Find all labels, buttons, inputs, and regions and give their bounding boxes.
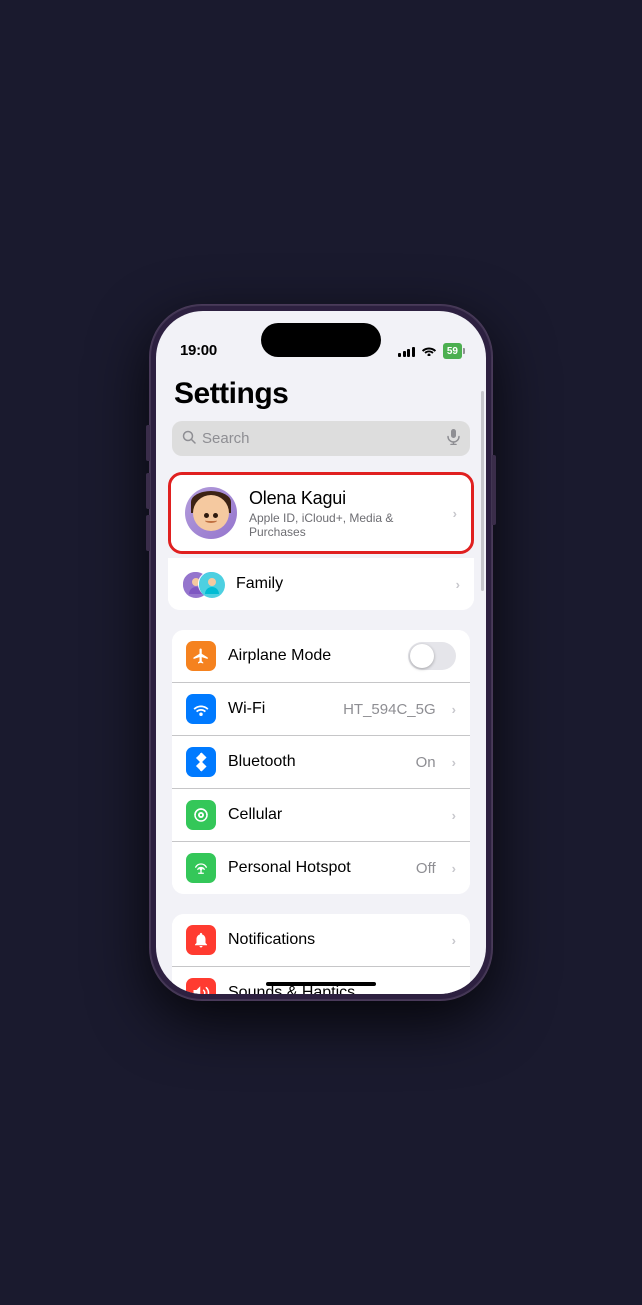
phone-screen: 19:00 59 (156, 311, 486, 994)
hotspot-item[interactable]: Personal Hotspot Off › (172, 842, 470, 894)
profile-subtitle: Apple ID, iCloud+, Media & Purchases (249, 511, 441, 539)
wifi-icon (186, 694, 216, 724)
notifications-chevron: › (452, 933, 456, 948)
avatar (185, 487, 237, 539)
bluetooth-item[interactable]: Bluetooth On › (172, 736, 470, 789)
search-input[interactable]: Search (202, 430, 441, 447)
airplane-mode-label: Airplane Mode (228, 647, 396, 665)
signal-bar-4 (412, 347, 415, 357)
scroll-indicator (481, 391, 484, 591)
notifications-icon (186, 925, 216, 955)
toggle-thumb (410, 644, 434, 668)
family-avatar-2 (198, 571, 224, 597)
hotspot-label: Personal Hotspot (228, 859, 404, 877)
wifi-status-icon (421, 344, 437, 359)
profile-name: Olena Kagui (249, 488, 441, 509)
wifi-item[interactable]: Wi-Fi HT_594C_5G › (172, 683, 470, 736)
hotspot-value: Off (416, 860, 436, 877)
hotspot-chevron: › (452, 861, 456, 876)
family-label: Family (236, 575, 444, 593)
signal-bars-icon (398, 345, 415, 357)
hotspot-icon (186, 853, 216, 883)
microphone-icon[interactable] (447, 429, 460, 448)
bluetooth-value: On (416, 754, 436, 771)
profile-highlight-border: Olena Kagui Apple ID, iCloud+, Media & P… (168, 472, 474, 554)
sounds-item[interactable]: Sounds & Haptics › (172, 967, 470, 994)
search-icon (182, 430, 196, 447)
bluetooth-label: Bluetooth (228, 753, 404, 771)
page-title: Settings (156, 365, 486, 421)
cellular-item[interactable]: Cellular › (172, 789, 470, 842)
wifi-chevron: › (452, 702, 456, 717)
memoji-mouth (205, 518, 217, 523)
airplane-mode-item[interactable]: Airplane Mode (172, 630, 470, 683)
memoji-avatar (189, 491, 233, 535)
notifications-item[interactable]: Notifications › (172, 914, 470, 967)
cellular-label: Cellular (228, 806, 440, 824)
bluetooth-chevron: › (452, 755, 456, 770)
dynamic-island (261, 323, 381, 357)
sounds-chevron: › (452, 986, 456, 995)
notifications-label: Notifications (228, 931, 440, 949)
cellular-icon (186, 800, 216, 830)
search-bar[interactable]: Search (172, 421, 470, 456)
signal-bar-2 (403, 351, 406, 357)
family-chevron: › (456, 577, 460, 592)
status-time: 19:00 (180, 342, 217, 359)
signal-bar-3 (407, 349, 410, 357)
profile-item[interactable]: Olena Kagui Apple ID, iCloud+, Media & P… (171, 475, 471, 551)
connectivity-group: Airplane Mode Wi-Fi HT_594C_5G › (172, 630, 470, 894)
profile-chevron: › (453, 506, 457, 521)
family-group: Family › (168, 558, 474, 610)
wifi-label: Wi-Fi (228, 700, 331, 718)
bluetooth-icon (186, 747, 216, 777)
sounds-icon (186, 978, 216, 994)
battery-icon: 59 (443, 343, 462, 359)
airplane-mode-icon (186, 641, 216, 671)
status-icons: 59 (398, 343, 462, 359)
home-indicator (266, 982, 376, 986)
wifi-value: HT_594C_5G (343, 701, 436, 718)
phone-frame: 19:00 59 (150, 305, 492, 1000)
family-avatars (182, 568, 224, 600)
memoji-face (193, 495, 229, 531)
screen-content[interactable]: Settings Search (156, 365, 486, 994)
airplane-mode-toggle[interactable] (408, 642, 456, 670)
signal-bar-1 (398, 353, 401, 357)
cellular-chevron: › (452, 808, 456, 823)
family-item[interactable]: Family › (168, 558, 474, 610)
profile-info: Olena Kagui Apple ID, iCloud+, Media & P… (249, 488, 441, 539)
